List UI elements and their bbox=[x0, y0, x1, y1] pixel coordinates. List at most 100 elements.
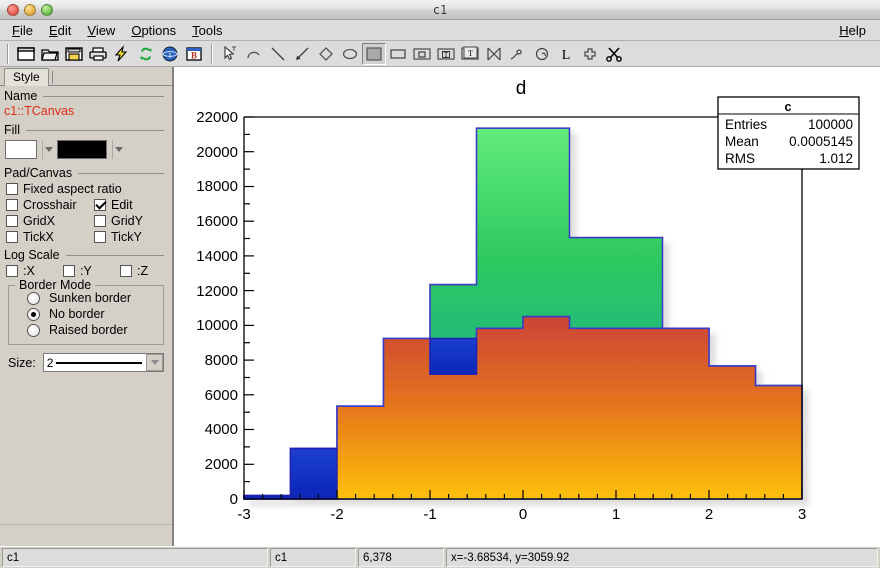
y-tick-10000: 10000 bbox=[196, 317, 238, 334]
open-folder-icon[interactable] bbox=[38, 43, 62, 65]
checkbox-edit[interactable]: Edit bbox=[94, 198, 156, 212]
tab-style[interactable]: Style bbox=[4, 68, 49, 86]
canvas-area[interactable]: d bbox=[173, 67, 880, 546]
toolbar-separator bbox=[7, 44, 9, 64]
y-tick-20000: 20000 bbox=[196, 144, 238, 161]
pavelabel-icon[interactable] bbox=[410, 43, 434, 65]
checkbox-box bbox=[63, 265, 75, 277]
menu-file[interactable]: File bbox=[4, 22, 41, 39]
radio-label: Sunken border bbox=[49, 291, 131, 305]
svg-text:B: B bbox=[191, 50, 197, 60]
help-info-icon[interactable]: i bbox=[158, 43, 182, 65]
save-icon[interactable] bbox=[62, 43, 86, 65]
row-fixed-aspect: Fixed aspect ratio bbox=[0, 181, 172, 197]
radio-label: Raised border bbox=[49, 323, 128, 337]
checkbox-box bbox=[94, 231, 106, 243]
border-mode-legend: Border Mode bbox=[15, 278, 95, 292]
checkbox-label: Edit bbox=[111, 198, 133, 212]
new-canvas-icon[interactable] bbox=[14, 43, 38, 65]
fill-pattern-swatch[interactable] bbox=[57, 140, 107, 159]
root-canvas-plot[interactable]: d bbox=[174, 67, 880, 541]
fill-color-swatch[interactable] bbox=[5, 140, 37, 159]
line-icon[interactable] bbox=[266, 43, 290, 65]
stats-row-rms-value: 1.012 bbox=[819, 151, 853, 166]
series-base-blue-2 bbox=[430, 339, 477, 375]
checkbox-gridy[interactable]: GridY bbox=[94, 214, 156, 228]
fill-color-dropdown-icon[interactable] bbox=[42, 140, 55, 159]
radio-dot bbox=[27, 324, 40, 337]
stats-row-entries-value: 100000 bbox=[808, 117, 853, 132]
print-icon[interactable] bbox=[86, 43, 110, 65]
fill-controls bbox=[0, 138, 172, 163]
radio-raised-border[interactable]: Raised border bbox=[15, 322, 157, 338]
checkbox-fixed-aspect-ratio[interactable]: Fixed aspect ratio bbox=[6, 182, 122, 196]
x-tick-1: 1 bbox=[612, 506, 620, 523]
status-cell-coords: x=-3.68534, y=3059.92 bbox=[446, 548, 878, 567]
x-tick--1: -1 bbox=[423, 506, 436, 523]
curlyarc-icon[interactable] bbox=[530, 43, 554, 65]
svg-text:T: T bbox=[444, 51, 449, 59]
checkbox-log-z[interactable]: :Z bbox=[120, 264, 148, 278]
stats-box[interactable]: c Entries 100000 Mean 0.0005145 RMS 1.01… bbox=[718, 97, 859, 169]
curlyline-icon[interactable] bbox=[506, 43, 530, 65]
statusbar: c1 c1 6,378 x=-3.68534, y=3059.92 bbox=[0, 546, 880, 568]
border-size-row: Size: 2 bbox=[0, 345, 172, 372]
x-tick--2: -2 bbox=[330, 506, 343, 523]
row-gridx-gridy: GridX GridY bbox=[0, 213, 172, 229]
group-name-label: Name bbox=[4, 89, 37, 103]
row-tickx-ticky: TickX TickY bbox=[0, 229, 172, 245]
object-name-value: c1::TCanvas bbox=[0, 104, 172, 120]
browser-icon[interactable]: B bbox=[182, 43, 206, 65]
y-tick-4000: 4000 bbox=[205, 421, 238, 438]
group-fill: Fill bbox=[0, 120, 172, 138]
diamond-icon[interactable] bbox=[314, 43, 338, 65]
group-name-rule bbox=[43, 96, 164, 97]
y-tick-12000: 12000 bbox=[196, 283, 238, 300]
border-size-combo[interactable]: 2 bbox=[43, 353, 164, 372]
checkbox-box bbox=[94, 199, 106, 211]
stats-row-entries-label: Entries bbox=[725, 117, 767, 132]
radio-dot bbox=[27, 292, 40, 305]
svg-text:T: T bbox=[468, 49, 473, 58]
checkbox-gridx[interactable]: GridX bbox=[6, 214, 94, 228]
y-tick-22000: 22000 bbox=[196, 109, 238, 126]
latex-icon[interactable]: L bbox=[554, 43, 578, 65]
border-size-preview bbox=[56, 362, 142, 364]
checkbox-log-y[interactable]: :Y bbox=[63, 264, 120, 278]
style-editor-panel: Style Name c1::TCanvas Fill Pad/Canvas bbox=[0, 67, 173, 546]
pad-icon[interactable] bbox=[362, 43, 386, 65]
stats-row-mean-label: Mean bbox=[725, 134, 759, 149]
radio-sunken-border[interactable]: Sunken border bbox=[15, 290, 157, 306]
ellipse-icon[interactable] bbox=[338, 43, 362, 65]
cut-icon[interactable] bbox=[602, 43, 626, 65]
checkbox-label: GridY bbox=[111, 214, 143, 228]
chevron-down-icon[interactable] bbox=[146, 354, 163, 371]
refresh-icon[interactable] bbox=[134, 43, 158, 65]
checkbox-tickx[interactable]: TickX bbox=[6, 230, 94, 244]
graph-icon[interactable] bbox=[482, 43, 506, 65]
fill-pattern-dropdown-icon[interactable] bbox=[112, 140, 125, 159]
menu-help[interactable]: Help bbox=[831, 22, 874, 39]
menu-view[interactable]: View bbox=[79, 22, 123, 39]
checkbox-log-x[interactable]: :X bbox=[6, 264, 63, 278]
interrupt-icon[interactable] bbox=[110, 43, 134, 65]
y-tick-6000: 6000 bbox=[205, 387, 238, 404]
menu-tools[interactable]: Tools bbox=[184, 22, 230, 39]
arc-icon[interactable] bbox=[242, 43, 266, 65]
pavestext-icon[interactable]: T bbox=[458, 43, 482, 65]
menu-edit[interactable]: Edit bbox=[41, 22, 79, 39]
checkbox-ticky[interactable]: TickY bbox=[94, 230, 156, 244]
main-body: Style Name c1::TCanvas Fill Pad/Canvas bbox=[0, 67, 880, 546]
x-tick-0: 0 bbox=[519, 506, 527, 523]
group-pad-canvas: Pad/Canvas bbox=[0, 163, 172, 181]
group-log-scale: Log Scale bbox=[0, 245, 172, 263]
menu-options[interactable]: Options bbox=[123, 22, 184, 39]
arrow-icon[interactable] bbox=[290, 43, 314, 65]
rectangle-icon[interactable] bbox=[386, 43, 410, 65]
pointer-icon[interactable] bbox=[218, 43, 242, 65]
status-cell-object: c1 bbox=[2, 548, 268, 567]
radio-no-border[interactable]: No border bbox=[15, 306, 157, 322]
marker-icon[interactable] bbox=[578, 43, 602, 65]
pavetext-icon[interactable]: T bbox=[434, 43, 458, 65]
checkbox-crosshair[interactable]: Crosshair bbox=[6, 198, 94, 212]
